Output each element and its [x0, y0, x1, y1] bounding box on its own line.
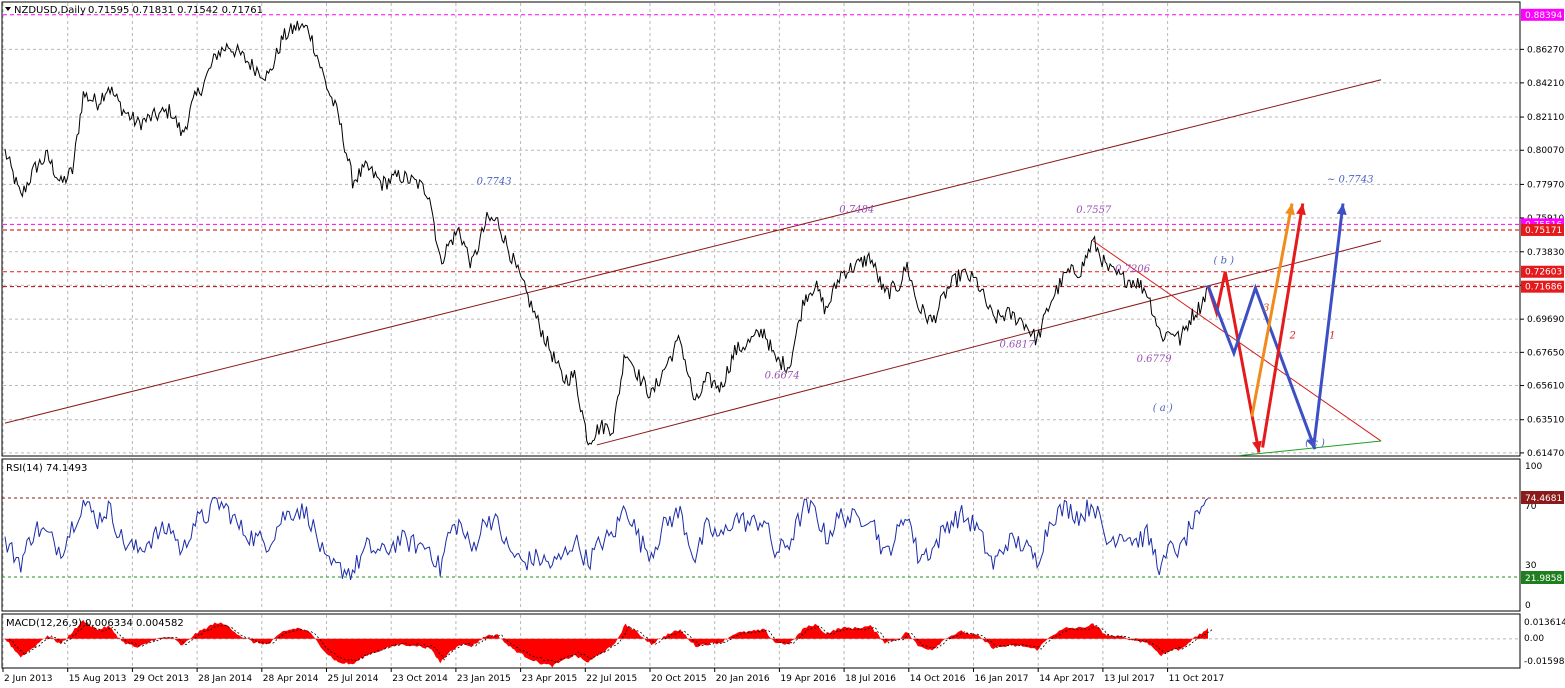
time-tick-label: 18 Jul 2016 — [845, 674, 896, 684]
price-tick-label: 0.65610 — [1527, 382, 1564, 392]
price-tick-label: 0.69690 — [1527, 315, 1564, 325]
macd-tick-top: 0.013614 — [1524, 618, 1565, 628]
time-tick-label: 11 Oct 2017 — [1169, 674, 1225, 684]
price-label: 0.7206 — [1115, 264, 1151, 275]
wave-label: 1 — [1329, 331, 1335, 342]
price-label: 0.7743 — [477, 177, 512, 188]
wave-label: ( a ) — [1153, 403, 1173, 414]
price-label: 0.7557 — [1076, 205, 1112, 216]
symbol-header: NZDUSD,Daily 0.71595 0.71831 0.71542 0.7… — [5, 5, 263, 16]
price-label: 0.7484 — [839, 204, 874, 215]
price-tick-label: 0.73830 — [1527, 248, 1564, 258]
rsi-tag-high-text: 74.4681 — [1525, 494, 1562, 504]
level-tag-text: 0.72603 — [1525, 268, 1562, 278]
time-tick-label: 29 Oct 2013 — [133, 674, 189, 684]
time-tick-label: 20 Oct 2015 — [651, 674, 707, 684]
symbol-label: NZDUSD,Daily — [14, 5, 86, 16]
price-tick-label: 0.84210 — [1527, 79, 1564, 89]
price-tick-label: 0.82110 — [1527, 113, 1564, 123]
main-panel: 0.7743 0.7484 0.7557 0.7206 0.6674 0.6817 0.67… — [1, 1, 1564, 470]
macd-panel: MACD(12,26,9) 0.006334 0.004582 0.013614… — [1, 613, 1565, 669]
ohlc-values: 0.71595 0.71831 0.71542 0.71761 — [88, 5, 263, 16]
chart-window: 0.7743 0.7484 0.7557 0.7206 0.6674 0.6817 0.67… — [0, 0, 1565, 688]
rsi-tick-0: 0 — [1525, 601, 1531, 611]
time-tick-label: 28 Apr 2014 — [263, 674, 319, 684]
time-tick-label: 23 Oct 2014 — [392, 674, 448, 684]
rsi-label: RSI(14) 74.1493 — [6, 463, 87, 474]
time-tick-label: 16 Jan 2017 — [975, 674, 1029, 684]
wave-label: ( b ) — [1214, 256, 1235, 267]
macd-panel-frame — [1, 613, 1521, 669]
time-tick-label: 13 Jul 2017 — [1104, 674, 1155, 684]
price-tick-label: 0.80070 — [1527, 146, 1564, 156]
time-tick-label: 19 Apr 2016 — [780, 674, 836, 684]
time-tick-label: 14 Oct 2016 — [910, 674, 966, 684]
rsi-panel-frame — [1, 458, 1521, 612]
time-tick-label: 25 Jul 2014 — [328, 674, 379, 684]
rsi-tag-low-text: 21.9858 — [1525, 574, 1562, 584]
level-tag-text: 0.88394 — [1525, 11, 1562, 21]
price-tick-label: 0.63510 — [1527, 416, 1564, 426]
price-tick-label: 0.67650 — [1527, 348, 1564, 358]
price-label: 0.6779 — [1137, 354, 1173, 365]
macd-label: MACD(12,26,9) 0.006334 0.004582 — [6, 618, 184, 629]
time-tick-label: 23 Jan 2015 — [457, 674, 511, 684]
price-tick-label: 0.86270 — [1527, 45, 1564, 55]
time-tick-label: 14 Apr 2017 — [1039, 674, 1095, 684]
wave-label: 2 — [1289, 331, 1296, 342]
level-tag-text: 0.75171 — [1525, 226, 1562, 236]
rsi-tick-100: 100 — [1525, 462, 1542, 472]
price-tick-label: 0.77970 — [1527, 180, 1564, 190]
price-tick-label: 0.61470 — [1527, 449, 1564, 459]
time-tick-label: 2 Jun 2013 — [4, 674, 52, 684]
macd-tick-bottom: -0.015989 — [1524, 657, 1565, 667]
level-tag-text: 0.71686 — [1525, 283, 1562, 293]
wave-label: 3 — [1263, 303, 1269, 314]
time-tick-label: 22 Jul 2015 — [586, 674, 637, 684]
time-tick-label: 15 Aug 2013 — [69, 674, 127, 684]
price-label: 0.6817 — [999, 339, 1035, 350]
rsi-tick-30: 30 — [1525, 561, 1537, 571]
macd-tick-zero: 0.00 — [1524, 634, 1544, 644]
time-tick-label: 28 Jan 2014 — [198, 674, 252, 684]
wave-label: ( c ) — [1305, 438, 1325, 449]
price-label: 0.6674 — [765, 370, 800, 381]
time-tick-label: 23 Apr 2015 — [522, 674, 578, 684]
rsi-panel: RSI(14) 74.1493 100 70 30 0 74.4681 21.9… — [1, 458, 1564, 612]
price-label: ~ 0.7743 — [1327, 174, 1374, 185]
time-tick-label: 20 Jan 2016 — [716, 674, 770, 684]
